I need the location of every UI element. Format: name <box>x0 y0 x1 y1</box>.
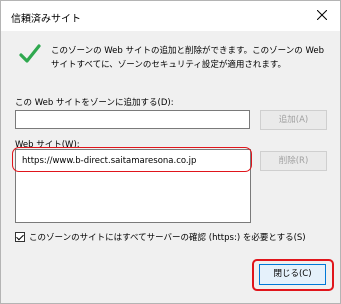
add-site-label: この Web サイトをゾーンに追加する(D): <box>15 98 174 108</box>
https-require-checkbox[interactable] <box>15 232 25 242</box>
trusted-sites-dialog: 信頼済みサイト このゾーンの Web サイトの追加と削除ができます。このゾーンの… <box>0 0 341 304</box>
remove-button[interactable]: 削除(R) <box>260 151 327 171</box>
zone-info-text: このゾーンの Web サイトの追加と削除ができます。このゾーンの Web サイト… <box>51 46 324 70</box>
close-window-icon[interactable] <box>310 4 334 26</box>
https-require-row[interactable]: このゾーンのサイトにはすべてサーバーの確認 (https:) を必要とする(S) <box>15 231 306 243</box>
add-button[interactable]: 追加(A) <box>260 110 327 130</box>
window-title: 信頼済みサイト <box>11 14 81 25</box>
title-bar: 信頼済みサイト <box>1 1 340 31</box>
add-site-input[interactable] <box>15 110 250 129</box>
checkmark-icon <box>19 44 41 63</box>
site-highlight-frame <box>12 147 252 172</box>
close-button[interactable]: 閉じる(C) <box>259 264 326 285</box>
https-require-label: このゾーンのサイトにはすべてサーバーの確認 (https:) を必要とする(S) <box>29 233 306 243</box>
